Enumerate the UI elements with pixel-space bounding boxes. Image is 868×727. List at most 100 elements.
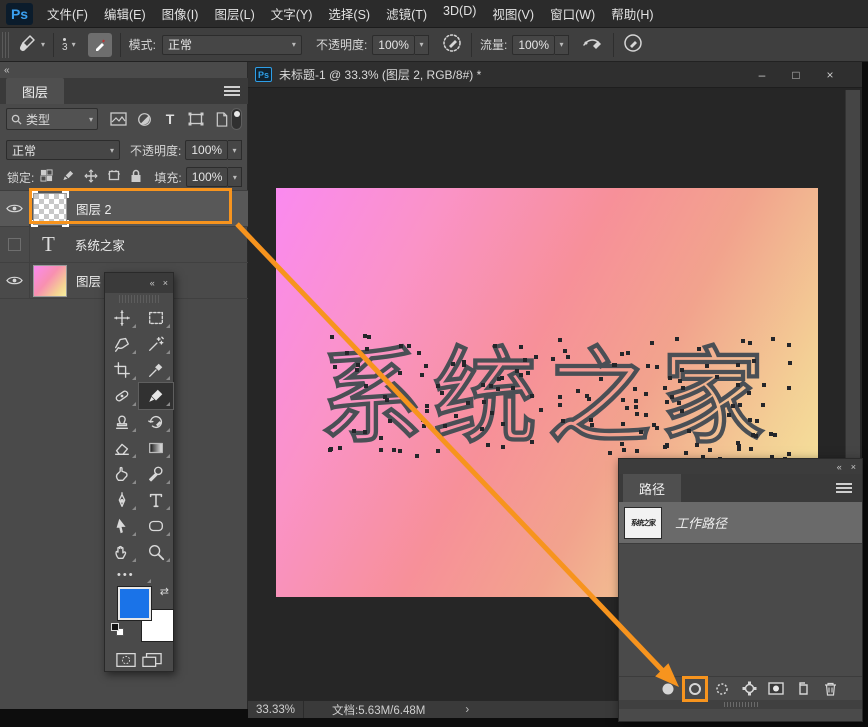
eyedropper-tool[interactable] [139,357,173,383]
fill-path-button[interactable] [659,680,677,698]
gradient-tool[interactable] [139,435,173,461]
clone-stamp-tool[interactable] [105,409,139,435]
new-path-button[interactable] [794,680,812,698]
screen-mode-icon[interactable] [142,652,162,671]
menu-item-10[interactable]: 窗口(W) [542,0,603,27]
smoothing-icon[interactable] [622,32,644,57]
layer-name[interactable]: 图层 2 [76,199,111,218]
close-toolbox-icon[interactable]: × [163,278,168,288]
layer-thumbnail[interactable] [34,266,66,296]
history-brush-tool[interactable] [139,409,173,435]
work-path-name[interactable]: 工作路径 [675,513,727,532]
visibility-toggle[interactable] [0,227,30,263]
layer-name[interactable]: 系统之家 [75,235,125,254]
tab-layers[interactable]: 图层 [6,78,64,104]
filter-smart-objects-icon[interactable] [212,109,232,129]
swap-colors-icon[interactable]: ⇄ [160,585,169,598]
airbrush-icon[interactable] [581,32,605,57]
magic-wand-tool[interactable] [139,331,173,357]
work-path-row[interactable]: 系统之家 工作路径 [619,502,862,544]
crop-tool[interactable] [105,357,139,383]
quick-mask-icon[interactable] [116,652,136,671]
menu-item-8[interactable]: 3D(D) [435,0,484,27]
layer-row-2[interactable]: T 系统之家 [0,227,248,263]
paths-panel-resize-grip[interactable] [619,700,862,709]
status-chevron-icon[interactable]: › [465,704,469,716]
zoom-tool[interactable] [139,539,173,565]
tab-paths[interactable]: 路径 [623,474,681,502]
marquee-tool[interactable] [139,305,173,331]
menu-item-5[interactable]: 文字(Y) [263,0,321,27]
menu-item-4[interactable]: 图层(L) [206,0,262,27]
add-mask-button[interactable] [767,680,785,698]
default-colors-icon[interactable] [111,623,124,636]
dodge-tool[interactable] [139,461,173,487]
lock-pixels-icon[interactable] [62,169,75,185]
layer-thumbnail[interactable] [34,194,66,224]
lock-artboard-icon[interactable] [107,169,121,185]
menu-item-7[interactable]: 滤镜(T) [378,0,435,27]
lock-transparency-icon[interactable] [40,169,53,185]
minimize-button[interactable]: – [752,68,772,82]
menu-item-1[interactable]: 文件(F) [39,0,96,27]
document-title-bar[interactable]: Ps 未标题-1 @ 33.3% (图层 2, RGB/8#) * – □ × [248,62,862,88]
flow-dropdown-button[interactable]: ▾ [555,35,569,55]
layer-filter-toggle[interactable] [231,108,242,130]
menu-item-6[interactable]: 选择(S) [320,0,378,27]
visibility-toggle[interactable] [0,263,30,299]
edit-toolbar-button[interactable]: ••• [105,565,173,585]
tool-preset-picker[interactable]: ▾ [17,33,45,56]
eraser-tool[interactable] [105,435,139,461]
close-button[interactable]: × [820,68,840,82]
move-tool[interactable] [105,305,139,331]
filter-adjustment-layers-icon[interactable] [134,109,154,129]
options-bar-grip[interactable] [2,32,9,58]
type-tool[interactable] [139,487,173,513]
blend-mode-select[interactable]: 正常 ▾ [162,35,302,55]
menu-item-3[interactable]: 图像(I) [154,0,207,27]
brush-size-picker[interactable]: 3 ▾ [62,38,76,52]
fill-input[interactable]: 100% [186,167,229,187]
close-panel-icon[interactable]: × [851,462,856,472]
menu-item-11[interactable]: 帮助(H) [603,0,661,27]
opacity-dropdown-button[interactable]: ▾ [415,35,429,55]
collapse-panel-icon[interactable]: « [837,462,842,472]
hand-tool[interactable] [105,539,139,565]
foreground-color-swatch[interactable] [118,587,151,620]
filter-pixel-layers-icon[interactable] [108,109,128,129]
toolbox-header[interactable]: « × [105,273,173,293]
collapse-dock-icon[interactable]: « [4,65,8,76]
lock-all-icon[interactable] [130,169,142,186]
menu-item-9[interactable]: 视图(V) [484,0,542,27]
zoom-level-field[interactable]: 33.33% [248,701,304,718]
flow-input[interactable]: 100% [512,35,555,55]
fill-dropdown[interactable]: ▾ [228,167,242,187]
shape-tool[interactable] [139,513,173,539]
collapse-toolbox-icon[interactable]: « [150,278,155,288]
toolbox-grip[interactable] [119,295,159,303]
layer-row-1[interactable]: 图层 2 [0,191,248,227]
lasso-tool[interactable] [105,331,139,357]
load-path-as-selection-button[interactable] [713,680,731,698]
layers-menu-icon[interactable] [224,86,240,96]
pressure-opacity-icon[interactable] [441,32,463,57]
layer-blend-mode-select[interactable]: 正常 ▾ [6,140,120,160]
layer-opacity-input[interactable]: 100% [185,140,228,160]
toggle-brush-panel-button[interactable] [88,33,112,57]
make-work-path-button[interactable] [740,680,758,698]
lock-position-icon[interactable] [84,169,98,186]
filter-shape-layers-icon[interactable] [186,109,206,129]
path-selection-tool[interactable] [105,513,139,539]
paths-menu-icon[interactable] [836,483,852,493]
menu-item-2[interactable]: 编辑(E) [96,0,154,27]
pen-tool[interactable] [105,487,139,513]
filter-type-layers-icon[interactable]: T [160,109,180,129]
visibility-toggle[interactable] [0,191,30,227]
smudge-tool[interactable] [105,461,139,487]
layer-filter-type-select[interactable]: 类型 ▾ [6,108,98,130]
delete-path-button[interactable] [821,680,839,698]
opacity-input[interactable]: 100% [372,35,415,55]
brush-tool[interactable] [139,383,173,409]
layer-opacity-dropdown[interactable]: ▾ [228,140,242,160]
spot-healing-brush-tool[interactable] [105,383,139,409]
